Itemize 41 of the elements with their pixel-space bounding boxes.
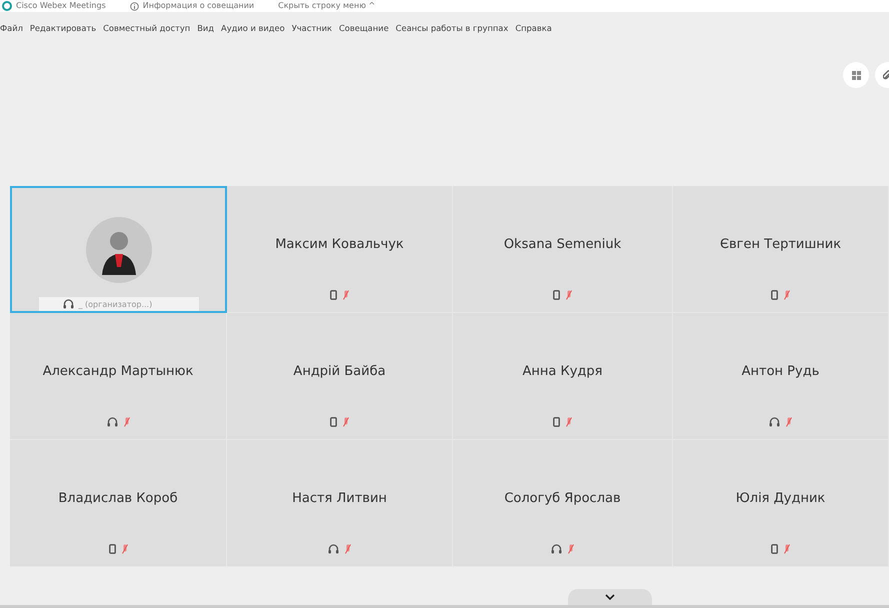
participant-name: Євген Тертишник (720, 237, 842, 252)
app-title: Cisco Webex Meetings (16, 1, 106, 11)
menu-item[interactable]: Участник (292, 23, 332, 33)
webex-logo-icon (2, 1, 12, 11)
menu-item[interactable]: Справка (515, 23, 552, 33)
avatar-silhouette-icon (86, 217, 152, 283)
participant-tile[interactable]: Юлія Дудник (673, 440, 889, 567)
participant-name: Александр Мартынюк (42, 364, 194, 379)
participant-name: Андрій Байба (293, 364, 386, 379)
participant-tile[interactable]: Владислав Короб (10, 440, 227, 567)
info-icon (130, 2, 139, 10)
participant-name: Настя Литвин (292, 491, 387, 506)
participant-tile[interactable]: Андрій Байба (227, 313, 453, 440)
participant-tile[interactable]: Євген Тертишник (673, 186, 889, 313)
menu-item[interactable]: Аудио и видео (221, 23, 285, 33)
participant-name: Антон Рудь (742, 364, 820, 379)
participant-tile[interactable]: Настя Литвин (227, 440, 453, 567)
menu-item[interactable]: Вид (197, 23, 214, 33)
grid-icon (852, 70, 860, 80)
participant-tile[interactable]: Александр Мартынюк (10, 313, 227, 440)
grid-view-button[interactable] (843, 62, 869, 88)
chevron-down-icon (604, 594, 614, 600)
participant-name: Сологуб Ярослав (504, 491, 621, 506)
meeting-info-link[interactable]: Информация о совещании (142, 1, 254, 11)
menu-item[interactable]: Сеансы работы в группах (396, 23, 508, 33)
participant-tile[interactable]: Анна Кудря (453, 313, 673, 440)
participant-name: Анна Кудря (522, 364, 602, 379)
menu-item[interactable]: Файл (0, 23, 23, 33)
menu-item[interactable]: Совещание (338, 23, 389, 33)
participant-name: Владислав Короб (58, 491, 178, 506)
participant-name: Юлія Дудник (736, 491, 826, 506)
participant-tile[interactable]: Oksana Semeniuk (453, 186, 673, 313)
participant-tile[interactable]: Максим Ковальчук (227, 186, 453, 313)
participant-tile[interactable]: Антон Рудь (673, 313, 889, 440)
menu-item[interactable]: Совместный доступ (103, 23, 190, 33)
hide-menu-link[interactable]: Скрыть строку меню ^ (278, 1, 376, 11)
menu-item[interactable]: Редактировать (30, 23, 96, 33)
participant-tile[interactable]: Сологуб Ярослав (453, 440, 673, 567)
host-name: _ (организатор...) (78, 300, 152, 308)
participant-name: Oksana Semeniuk (504, 237, 622, 252)
participant-name: Максим Ковальчук (275, 237, 404, 252)
